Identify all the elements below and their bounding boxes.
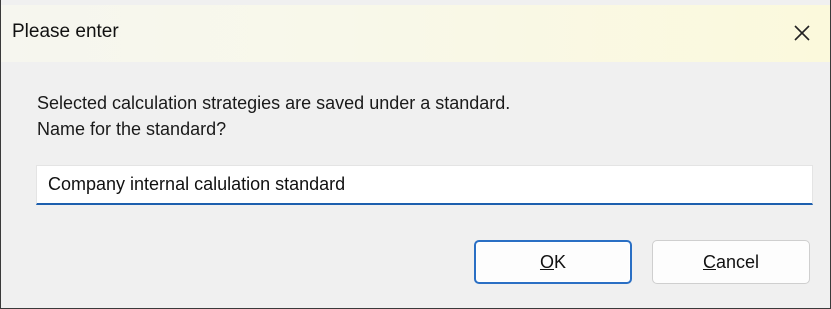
- message-line-2: Name for the standard?: [37, 119, 227, 139]
- ok-button[interactable]: OK: [474, 240, 632, 284]
- ok-label-rest: K: [554, 251, 567, 272]
- standard-name-input[interactable]: [37, 166, 812, 203]
- message-line-1: Selected calculation strategies are save…: [37, 93, 511, 113]
- ok-label-accelerator: O: [539, 251, 554, 272]
- input-dialog: Please enter Selected calculation strate…: [0, 0, 831, 309]
- standard-name-field[interactable]: [36, 165, 813, 205]
- cancel-button[interactable]: Cancel: [652, 240, 810, 284]
- close-icon: [793, 24, 811, 42]
- cancel-label-rest: ancel: [715, 251, 760, 272]
- dialog-title: Please enter: [12, 21, 119, 42]
- close-button[interactable]: [780, 11, 824, 55]
- cancel-label-accelerator: C: [702, 251, 716, 272]
- dialog-message: Selected calculation strategies are save…: [37, 90, 510, 142]
- dialog-titlebar[interactable]: Please enter: [1, 5, 830, 62]
